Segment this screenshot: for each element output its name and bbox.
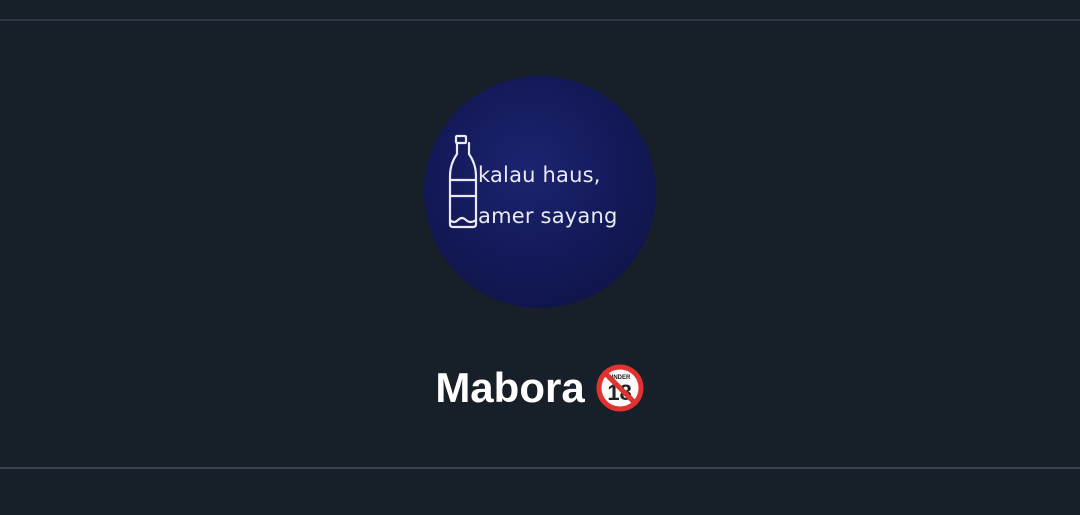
top-divider xyxy=(0,19,1080,21)
bottle-icon xyxy=(448,134,478,229)
name-row: Mabora UNDER 18 xyxy=(0,360,1080,416)
profile-header: kalau haus, amer sayang Mabora UNDER 18 xyxy=(0,0,1080,515)
avatar-text-line-2: amer sayang xyxy=(478,204,618,228)
bottom-divider xyxy=(0,467,1080,469)
avatar-text-line-1: kalau haus, xyxy=(478,163,601,187)
profile-avatar[interactable]: kalau haus, amer sayang xyxy=(424,76,656,308)
no-under-18-icon: UNDER 18 xyxy=(595,363,645,413)
profile-name: Mabora xyxy=(435,364,585,411)
